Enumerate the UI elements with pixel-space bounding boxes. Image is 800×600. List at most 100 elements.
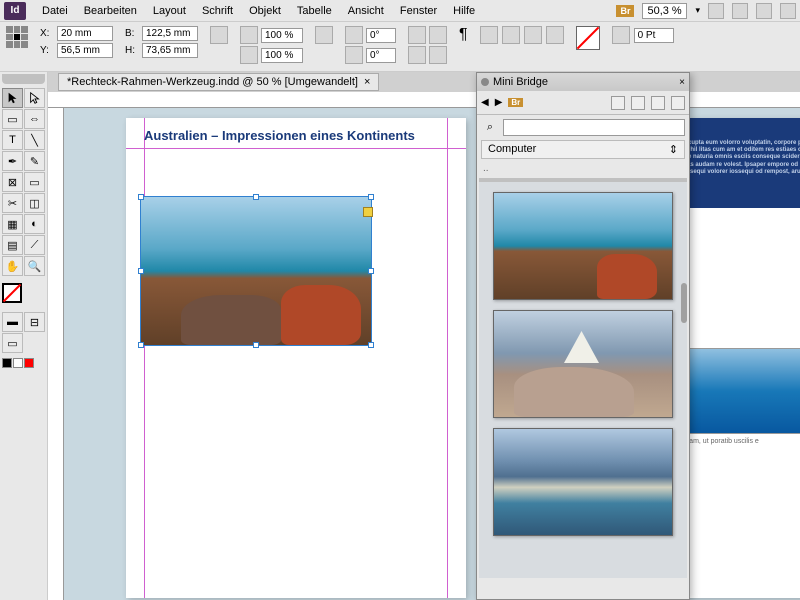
sort-icon[interactable] [611,96,625,110]
path-label: Computer [488,143,536,156]
panel-menu-icon[interactable] [671,96,685,110]
pencil-tool[interactable]: ✎ [24,151,45,171]
toolbox-collapse-tab[interactable] [2,74,45,84]
width-input[interactable] [142,26,198,41]
flip-h-icon[interactable] [408,46,426,64]
view-setting-4-icon[interactable] [780,3,796,19]
scrollbar-thumb[interactable] [681,283,687,323]
view-setting-2-icon[interactable] [732,3,748,19]
gap-tool[interactable]: ⇔ [24,109,45,129]
mini-bridge-title: Mini Bridge [493,76,548,88]
rotate-icon [345,26,363,44]
height-input[interactable] [142,43,198,58]
nav-forward-icon[interactable]: ▶ [495,97,503,108]
rectangle-frame-tool[interactable]: ⊠ [2,172,23,192]
margin-guide-right [447,118,448,598]
path-dropdown[interactable]: Computer ⇕ [481,140,685,159]
y-input[interactable] [57,43,113,58]
link-warning-badge[interactable] [363,207,373,217]
thumbnail-2[interactable] [493,310,673,418]
document-tab-title: *Rechteck-Rahmen-Werkzeug.indd @ 50 % [U… [67,76,358,88]
hand-tool[interactable]: ✋ [2,256,23,276]
stroke-weight-input[interactable] [634,28,674,43]
fill-none-swatch[interactable] [576,26,600,50]
menu-ansicht[interactable]: Ansicht [340,3,392,19]
scale-link-icon[interactable] [315,26,333,44]
swatch-red[interactable] [24,358,34,368]
menu-hilfe[interactable]: Hilfe [445,3,483,19]
rotate-cw-icon[interactable] [408,26,426,44]
rectangle-tool[interactable]: ▭ [24,172,45,192]
panel-close-icon[interactable]: × [679,77,685,88]
swatch-black[interactable] [2,358,12,368]
selected-image-frame[interactable] [140,196,372,346]
direct-selection-tool[interactable] [24,88,45,108]
search-input[interactable] [503,119,685,136]
vertical-ruler[interactable] [48,108,64,600]
zoom-level[interactable]: 50,3 % [642,3,687,19]
document-tab[interactable]: *Rechteck-Rahmen-Werkzeug.indd @ 50 % [U… [58,73,379,91]
swatch-white[interactable] [13,358,23,368]
view-options-icon[interactable] [651,96,665,110]
fill-stroke-swatch[interactable] [2,283,24,305]
mini-bridge-panel: Mini Bridge × ◀ ▶ Br ⌕ Computer ⇕ . [476,72,690,600]
stroke-weight-icon [612,26,630,44]
x-input[interactable] [57,26,113,41]
reference-point-selector[interactable] [6,26,28,48]
scale-x-input[interactable] [261,28,303,43]
select-container-icon[interactable] [480,26,498,44]
rotate-input[interactable] [366,28,396,43]
line-tool[interactable]: ╲ [24,130,45,150]
free-transform-tool[interactable]: ◫ [24,193,45,213]
view-setting-1-icon[interactable] [708,3,724,19]
zoom-tool[interactable]: 🔍 [24,256,45,276]
mini-bridge-search-row: ⌕ [477,115,689,140]
mini-bridge-header[interactable]: Mini Bridge × [477,73,689,91]
width-label: B: [125,28,139,39]
close-tab-icon[interactable]: × [364,76,370,88]
type-tool[interactable]: T [2,130,23,150]
menu-bar: Id Datei Bearbeiten Layout Schrift Objek… [0,0,800,22]
nav-back-icon[interactable]: ◀ [481,97,489,108]
flip-v-icon[interactable] [429,46,447,64]
gradient-feather-tool[interactable]: ◐ [24,214,45,234]
menu-layout[interactable]: Layout [145,3,194,19]
pen-tool[interactable]: ✒ [2,151,23,171]
constrain-proportions-icon[interactable] [210,26,228,44]
bridge-badge[interactable]: Br [616,5,634,17]
app-icon: Id [4,2,26,20]
select-next-icon[interactable] [546,26,564,44]
thumbnail-3[interactable] [493,428,673,536]
select-prev-icon[interactable] [524,26,542,44]
menu-tabelle[interactable]: Tabelle [289,3,340,19]
menu-schrift[interactable]: Schrift [194,3,241,19]
shear-input[interactable] [366,48,396,63]
scale-y-input[interactable] [261,48,303,63]
toolbox: ▭ ⇔ T ╲ ✒ ✎ ⊠ ▭ ✂ ◫ ▦ ◐ ▤ ⟋ ✋ 🔍 [0,72,48,600]
zoom-dropdown-icon[interactable]: ▾ [695,5,700,16]
view-setting-3-icon[interactable] [756,3,772,19]
gradient-tool[interactable]: ▦ [2,214,23,234]
view-mode-icon[interactable]: ▭ [2,333,23,353]
menu-fenster[interactable]: Fenster [392,3,445,19]
selection-tool[interactable] [2,88,23,108]
scissors-tool[interactable]: ✂ [2,193,23,213]
note-tool[interactable]: ▤ [2,235,23,255]
select-content-icon[interactable] [502,26,520,44]
menu-objekt[interactable]: Objekt [241,3,289,19]
eyedropper-tool[interactable]: ⟋ [24,235,45,255]
apply-color-icon[interactable]: ▬ [2,312,23,332]
panel-grip-icon[interactable] [481,78,489,86]
placed-image-beach [141,197,371,345]
page-1[interactable]: Australien – Impressionen eines Kontinen… [126,118,466,598]
filter-icon[interactable] [631,96,645,110]
default-fill-stroke-icon[interactable]: ⊟ [24,312,45,332]
page-tool[interactable]: ▭ [2,109,23,129]
thumbnail-1[interactable] [493,192,673,300]
breadcrumb[interactable]: .. [477,163,689,178]
menu-datei[interactable]: Datei [34,3,76,19]
menu-bearbeiten[interactable]: Bearbeiten [76,3,145,19]
rotate-ccw-icon[interactable] [429,26,447,44]
bridge-launch-icon[interactable]: Br [508,98,523,107]
mini-bridge-toolbar: ◀ ▶ Br [477,91,689,115]
